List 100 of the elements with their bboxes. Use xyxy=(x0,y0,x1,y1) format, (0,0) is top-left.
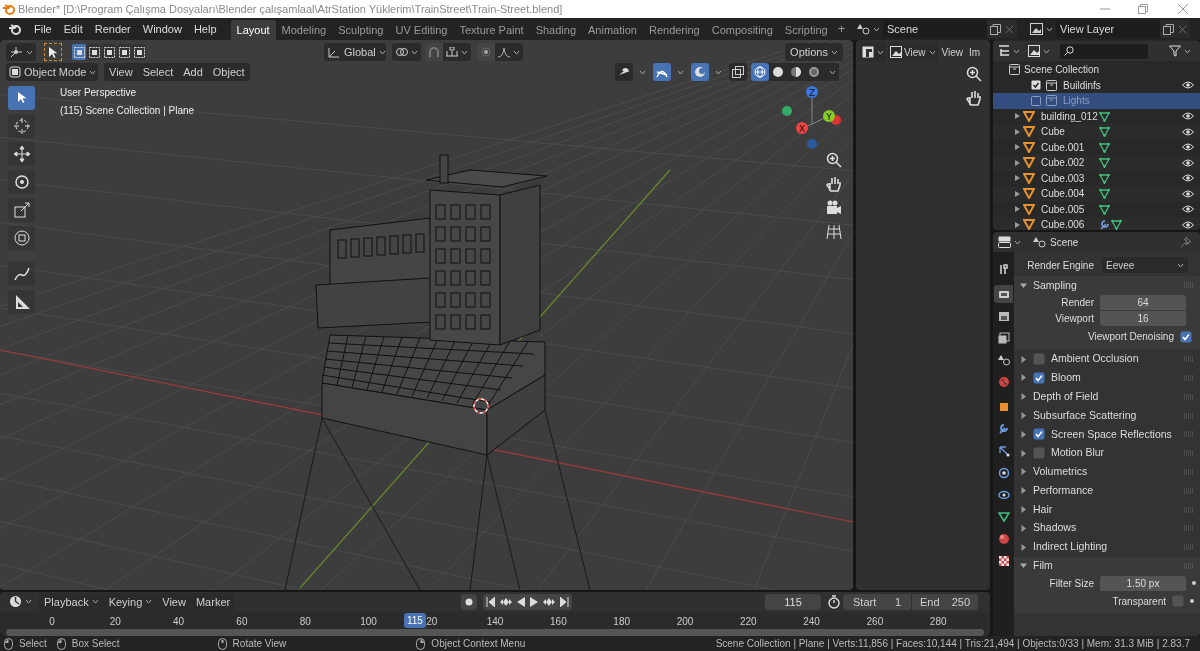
view-dropdown[interactable]: View xyxy=(888,43,938,61)
workspace-tab[interactable]: Texture Paint xyxy=(453,20,530,40)
triangle-icon[interactable] xyxy=(1015,113,1020,120)
keyframe-dot-icon[interactable] xyxy=(1192,581,1196,586)
editor-type-button[interactable] xyxy=(6,43,36,61)
copy-icon[interactable] xyxy=(990,23,1001,35)
workspace-tab[interactable]: Rendering xyxy=(642,20,706,40)
editor-type-button[interactable] xyxy=(998,236,1021,248)
cursor-tool[interactable] xyxy=(8,114,35,138)
keyframe-dot-icon[interactable] xyxy=(1190,599,1194,604)
zoom-icon[interactable] xyxy=(826,152,842,168)
current-frame-field[interactable]: 115 xyxy=(765,593,821,610)
number-field[interactable]: 64 xyxy=(1100,295,1186,311)
triangle-icon[interactable] xyxy=(1015,175,1020,182)
triangle-icon[interactable] xyxy=(1020,468,1027,476)
play-icon[interactable] xyxy=(530,596,539,607)
select-tool-button[interactable] xyxy=(44,43,62,61)
triangle-icon[interactable] xyxy=(1020,412,1027,420)
menu-item[interactable]: Add xyxy=(178,63,208,81)
select-mode-button[interactable] xyxy=(87,44,101,60)
render-tab[interactable] xyxy=(994,285,1013,303)
snap-toggle[interactable] xyxy=(425,43,443,61)
checkbox[interactable] xyxy=(1033,447,1045,460)
workspace-tab[interactable]: Sculpting xyxy=(332,20,390,40)
triangle-icon[interactable] xyxy=(1020,487,1027,495)
workspace-tab[interactable]: Shading xyxy=(529,20,583,40)
select-mode-button[interactable] xyxy=(117,44,131,60)
transform-orientation-dropdown[interactable]: Global xyxy=(324,43,386,61)
number-field[interactable]: 16 xyxy=(1100,311,1186,327)
gizmo-toggle[interactable] xyxy=(653,63,671,81)
next-keyframe-icon[interactable] xyxy=(543,596,556,607)
annotate-tool[interactable] xyxy=(8,262,35,286)
eye-icon[interactable] xyxy=(1182,112,1194,121)
workspace-tab[interactable]: Animation xyxy=(582,20,643,40)
scrollbar[interactable] xyxy=(6,629,984,636)
select-mode-button[interactable] xyxy=(132,44,146,60)
select-mode-button[interactable] xyxy=(102,44,116,60)
timeline[interactable]: Playback Keying View Marker 115 Start 1 End 250 0 20 40 60 80 100 115 20 140 160 180 200 220 240 260 280 xyxy=(0,592,990,636)
triangle-icon[interactable] xyxy=(1020,524,1027,532)
menu-item[interactable]: Select xyxy=(137,63,179,81)
panel-header[interactable]: Screen Space Reflections xyxy=(1014,425,1200,444)
panel-header[interactable]: Depth of Field xyxy=(1014,387,1200,407)
close-icon[interactable] xyxy=(1178,24,1187,34)
workspace-tab[interactable]: UV Editing xyxy=(389,20,454,40)
jump-end-icon[interactable] xyxy=(560,596,570,607)
checkbox[interactable] xyxy=(1172,595,1184,608)
options-dropdown[interactable]: Options xyxy=(785,43,843,61)
workspace-tab[interactable]: Layout xyxy=(230,20,276,40)
triangle-icon[interactable] xyxy=(1015,190,1020,197)
menu-item[interactable]: View xyxy=(104,63,138,81)
eye-icon[interactable] xyxy=(1182,158,1194,167)
menu-item[interactable]: View xyxy=(939,44,965,60)
render-engine-dropdown[interactable]: Eevee xyxy=(1102,257,1188,273)
checkbox[interactable] xyxy=(1033,353,1045,366)
checkbox[interactable] xyxy=(1033,428,1045,441)
checkbox[interactable] xyxy=(1031,80,1041,91)
triangle-icon[interactable] xyxy=(1020,506,1027,514)
display-mode-button[interactable] xyxy=(998,45,1020,57)
panel-header[interactable]: Ambient Occlusion xyxy=(1014,349,1200,369)
wireframe-shading-button[interactable] xyxy=(751,63,769,81)
start-frame-field[interactable]: Start 1 xyxy=(843,593,911,610)
hand-icon[interactable] xyxy=(966,90,982,106)
eye-icon[interactable] xyxy=(1182,220,1194,229)
xray-toggle[interactable] xyxy=(729,63,747,81)
zoom-icon[interactable] xyxy=(966,66,982,82)
proportional-toggle[interactable] xyxy=(477,43,495,61)
outliner-row[interactable]: Cube.005 xyxy=(993,201,1200,217)
menu-item[interactable]: Window xyxy=(136,18,188,40)
stopwatch-icon[interactable] xyxy=(827,594,841,609)
triangle-icon[interactable] xyxy=(1020,393,1027,401)
eye-icon[interactable] xyxy=(1182,81,1194,90)
eye-icon[interactable] xyxy=(1182,143,1194,152)
end-frame-field[interactable]: End 250 xyxy=(912,593,978,610)
panel-header[interactable]: Shadows xyxy=(1014,518,1200,538)
menu-item[interactable]: Help xyxy=(187,18,223,40)
eye-icon[interactable] xyxy=(1182,205,1194,214)
triangle-icon[interactable] xyxy=(1020,374,1027,382)
mode-dropdown[interactable]: Object Mode xyxy=(6,63,98,81)
rotate-tool[interactable] xyxy=(8,170,35,194)
triangle-icon[interactable] xyxy=(1020,449,1027,457)
menu-item[interactable]: Playback xyxy=(39,592,104,611)
pivot-dropdown[interactable] xyxy=(392,43,421,61)
checkbox[interactable] xyxy=(1031,95,1041,106)
pin-icon[interactable] xyxy=(1180,236,1191,248)
search-field[interactable] xyxy=(1060,43,1148,59)
triangle-icon[interactable] xyxy=(1015,144,1020,151)
camera-icon[interactable] xyxy=(826,200,842,216)
checkbox[interactable] xyxy=(1033,372,1045,384)
select-mode-button[interactable] xyxy=(72,44,86,60)
select-tool[interactable] xyxy=(8,86,35,110)
copy-icon[interactable] xyxy=(1163,23,1174,35)
triangle-icon[interactable] xyxy=(1020,430,1027,438)
scene-field[interactable]: Scene xyxy=(883,20,987,38)
outliner-row[interactable]: Cube.001 xyxy=(993,139,1200,155)
triangle-icon[interactable] xyxy=(1020,543,1027,551)
menu-item[interactable]: Im xyxy=(967,44,983,60)
triangle-icon[interactable] xyxy=(1015,159,1020,166)
image-editor[interactable]: View View Im xyxy=(856,40,990,590)
menu-item[interactable]: Marker xyxy=(190,592,236,611)
menu-item[interactable]: Edit xyxy=(57,18,89,40)
